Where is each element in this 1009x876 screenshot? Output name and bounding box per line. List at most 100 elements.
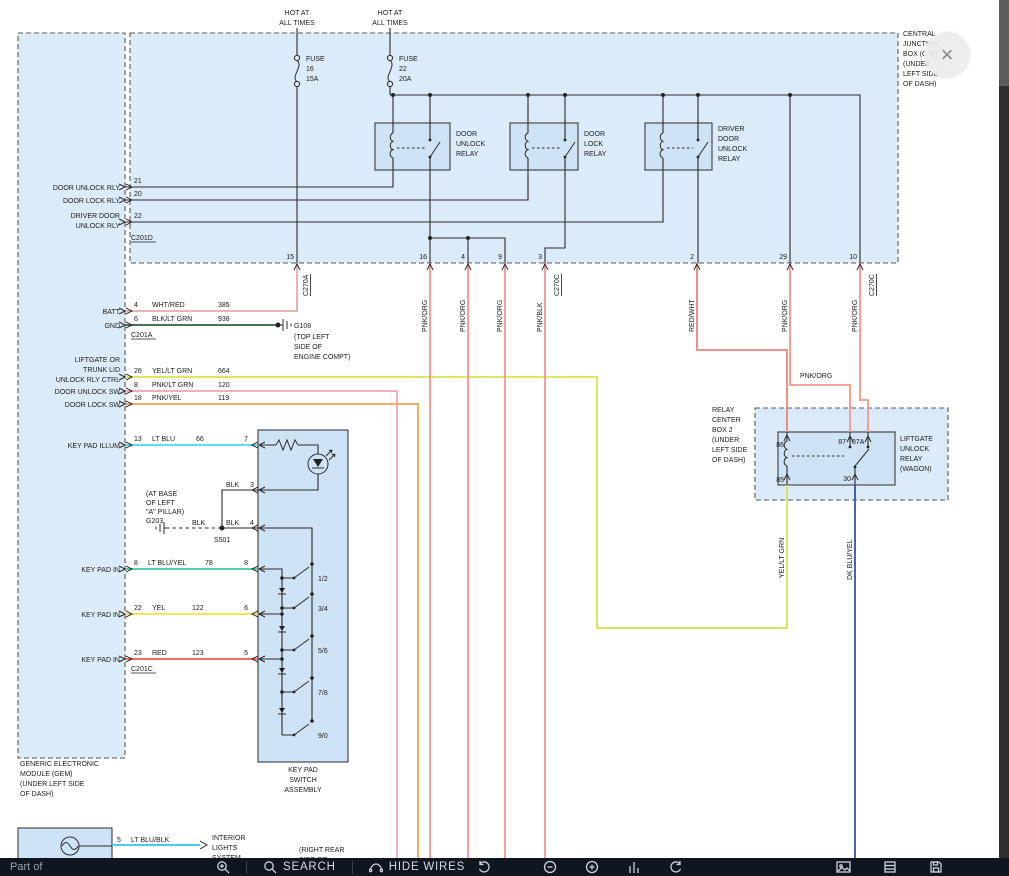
rotate-icon — [669, 860, 683, 874]
liftgate-unlock-relay-box — [778, 432, 895, 485]
bottom-toolbar: Part of SEARCH HIDE WIRES — [0, 858, 1009, 876]
connector-c270c-left: C270C — [554, 274, 561, 296]
ground-g108: G108(TOP LEFTSIDE OFENGINE COMPT) — [294, 323, 350, 361]
toolbar-separator — [246, 861, 247, 874]
layers-icon — [883, 860, 897, 874]
wire-label-pnk-org-3: PNK/ORG — [497, 300, 504, 332]
pin-15: 15 — [286, 254, 294, 261]
colored-wires — [112, 263, 868, 858]
keypad-pin-5: 5 — [244, 650, 248, 657]
plus-circle-icon — [585, 860, 599, 874]
scrollbar-thumb[interactable] — [999, 0, 1009, 86]
levels-icon — [627, 860, 641, 874]
undo-button[interactable] — [471, 858, 497, 876]
wire-name-red: RED123 — [152, 650, 204, 657]
wire-name-yel: YEL122 — [152, 605, 204, 612]
search-icon — [263, 860, 277, 874]
vertical-scrollbar[interactable] — [999, 0, 1009, 858]
zoom-in-circle-button[interactable] — [579, 858, 605, 876]
gem-pin-20: 20 — [134, 191, 142, 198]
gem-pin-18: 18 — [134, 395, 142, 402]
right-rear-location-label: (RIGHT REARSIDE OF — [299, 847, 344, 858]
close-button[interactable]: × — [924, 32, 970, 78]
wire-label-pnk-org-29: PNK/ORG — [782, 300, 789, 332]
pin-29: 29 — [779, 254, 787, 261]
driver-door-unlock-relay-box — [645, 123, 712, 170]
gem-key-pad-in-1: KEY PAD IN — [81, 567, 120, 574]
wire-blk-s-label: BLK — [192, 520, 206, 527]
gem-key-pad-in-3: KEY PAD IN — [81, 657, 120, 664]
door-unlock-relay-box — [375, 123, 450, 170]
gem-pin-8b: 8 — [134, 560, 138, 567]
toolbar-file-group — [830, 858, 949, 876]
zoom-in-button[interactable] — [210, 858, 236, 876]
wire-name-blk-lt-grn: BLK/LT GRN938 — [152, 316, 230, 323]
relay-pin-30: 30 — [843, 476, 851, 483]
wires-icon — [369, 860, 383, 874]
pin-2: 2 — [690, 254, 694, 261]
save-button[interactable] — [923, 858, 949, 876]
wire-blk3-label: BLK3 — [226, 482, 254, 489]
wire-name-lt-blu-yel: LT BLU/YEL78 — [148, 560, 213, 567]
wire-label-red-wht: RED/WHT — [689, 299, 696, 332]
connector-c270c-right: C270C — [869, 274, 876, 296]
save-icon — [929, 860, 943, 874]
search-button[interactable]: SEARCH — [257, 858, 342, 876]
gem-pin-22: 22 — [134, 213, 142, 220]
wire-red-wht-2 — [697, 263, 787, 432]
wire-label-yel-lt-grn: YEL/LT GRN — [779, 538, 786, 578]
gem-gnd: GND — [104, 323, 120, 330]
wire-name-wht-red: WHT/RED385 — [152, 302, 230, 309]
zoom-out-circle-button[interactable] — [537, 858, 563, 876]
pin-16: 16 — [419, 254, 427, 261]
wire-blk4-label: BLK4 — [226, 520, 254, 527]
levels-button[interactable] — [621, 858, 647, 876]
wire-label-pnk-org-10: PNK/ORG — [852, 300, 859, 332]
keypad-pin-8: 8 — [244, 560, 248, 567]
splice-s501: S501 — [214, 537, 230, 544]
gem-door-unlock-rly: DOOR UNLOCK RLY — [53, 185, 120, 192]
pin-10: 10 — [849, 254, 857, 261]
rcb2-caption: RELAYCENTERBOX 2(UNDERLEFT SIDEOF DASH) — [712, 407, 748, 464]
gem-pin-23: 23 — [134, 650, 142, 657]
keypad-sw-34: 3/4 — [318, 606, 328, 613]
gem-key-pad-illum: KEY PAD ILLUM — [68, 443, 120, 450]
pin-4: 4 — [461, 254, 465, 261]
gem-pin-22b: 22 — [134, 605, 142, 612]
gem-pin-4: 4 — [134, 302, 138, 309]
wiring-diagram: HOT ATALL TIMES HOT ATALL TIMES FUSE1615… — [0, 0, 1009, 858]
wire-label-dk-blu-yel: DK BLU/YEL — [847, 539, 854, 580]
magnifier-plus-icon — [216, 860, 230, 874]
gem-pin-8: 8 — [134, 382, 138, 389]
minus-circle-icon — [543, 860, 557, 874]
wire-yel-lt-grn — [125, 377, 787, 628]
connector-c201c: C201C — [131, 666, 153, 673]
relay-pin-87a: 87A — [852, 439, 865, 446]
wiring-diagram-viewer: HOT ATALL TIMES HOT ATALL TIMES FUSE1615… — [0, 0, 1009, 876]
keypad-pin-6: 6 — [244, 605, 248, 612]
image-icon — [836, 860, 851, 874]
wire-label-pnk-org-h: PNK/ORG — [800, 373, 832, 380]
rotate-button[interactable] — [663, 858, 689, 876]
wire-pnk-org-10 — [860, 263, 868, 432]
gem-door-lock-rly: DOOR LOCK RLY — [63, 198, 120, 205]
image-button[interactable] — [830, 858, 857, 876]
relay-pin-85: 85 — [776, 477, 784, 484]
layers-button[interactable] — [877, 858, 903, 876]
gem-key-pad-in-2: KEY PAD IN — [81, 612, 120, 619]
wire-name-pnk-yel: PNK/YEL119 — [152, 395, 229, 402]
ground-g203: (AT BASEOF LEFT"A" PILLAR)G203 — [146, 491, 184, 525]
wire-wht-red — [125, 263, 297, 311]
wire-name-lt-blu: LT BLU66 — [152, 436, 204, 443]
connector-c201a: C201A — [131, 332, 153, 339]
wire-pnk-org-29 — [790, 263, 850, 432]
wire-name-lt-blu-blk: LT BLU/BLK — [131, 837, 170, 844]
wire-name-yel-lt-grn: YEL/LT GRN664 — [152, 368, 230, 375]
hide-wires-button[interactable]: HIDE WIRES — [363, 858, 471, 876]
toolbar-zoom-group — [537, 858, 689, 876]
keypad-assembly-box — [258, 430, 348, 762]
gem-pin-6: 6 — [134, 316, 138, 323]
toolbar-separator — [352, 861, 353, 874]
gem-pin-13: 13 — [134, 436, 142, 443]
connector-c270a: C270A — [303, 274, 310, 296]
